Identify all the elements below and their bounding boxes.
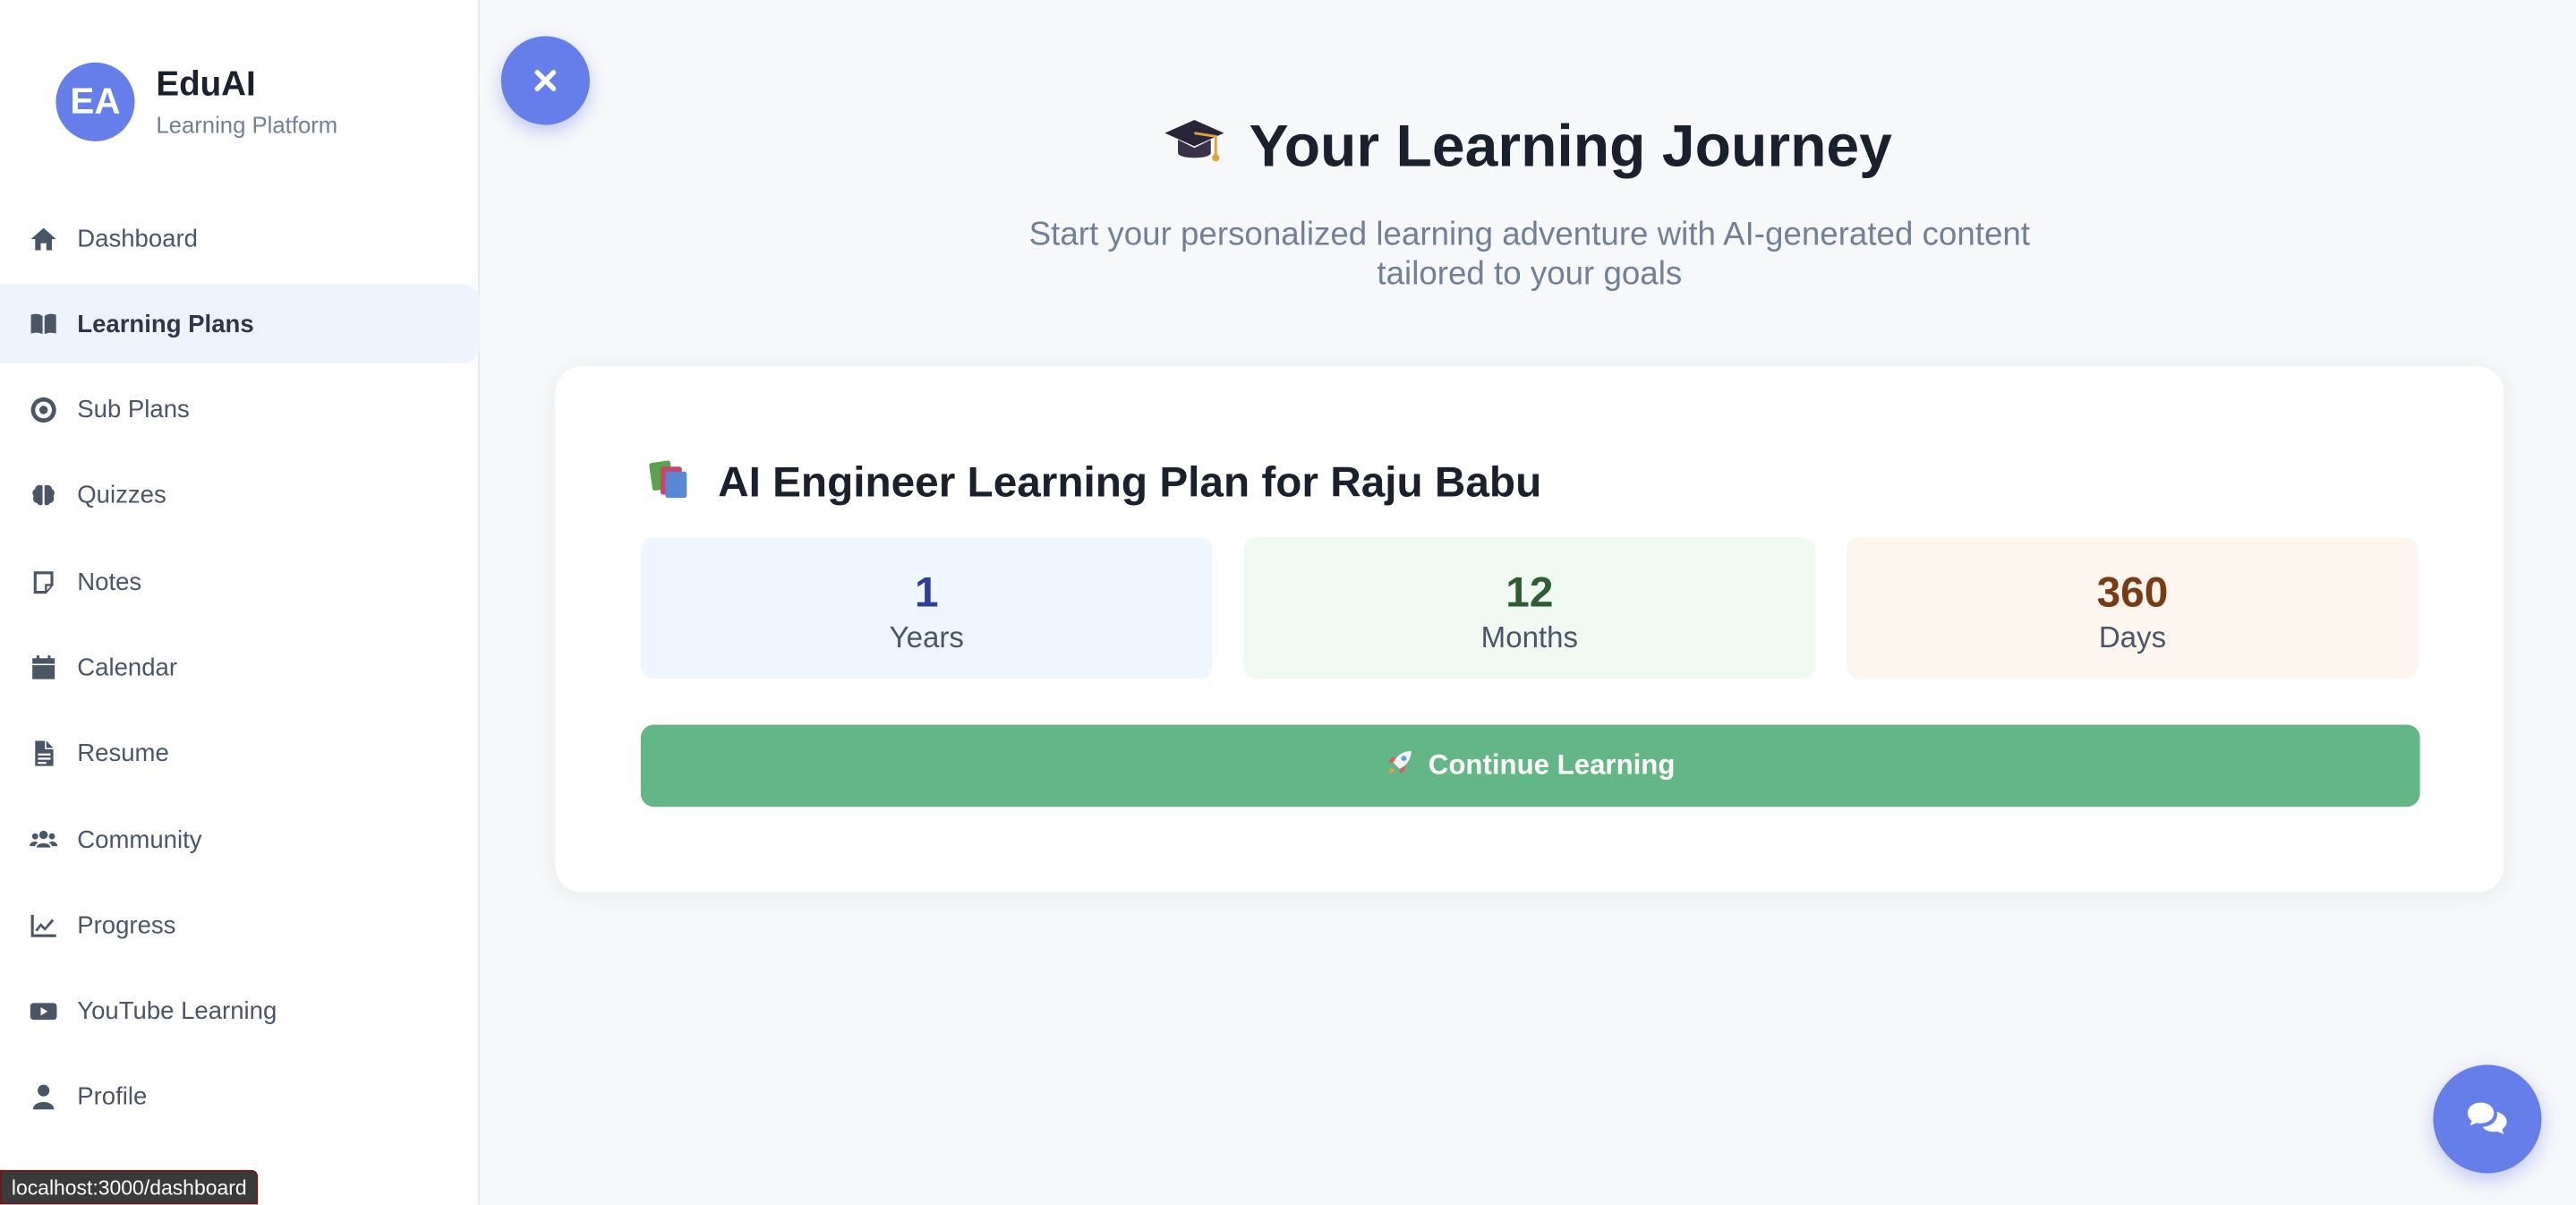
sidebar-item-label: Resume bbox=[77, 739, 169, 768]
sidebar-item-youtube-learning[interactable]: YouTube Learning bbox=[0, 972, 480, 1051]
stat-days-value: 360 bbox=[2096, 567, 2169, 617]
continue-learning-label: Continue Learning bbox=[1428, 748, 1676, 781]
sidebar-item-label: Notes bbox=[77, 568, 142, 596]
users-icon bbox=[28, 825, 57, 855]
book-open-icon bbox=[28, 310, 57, 339]
page-title-text: Your Learning Journey bbox=[1249, 111, 1892, 180]
sidebar-item-sub-plans[interactable]: Sub Plans bbox=[0, 371, 480, 449]
sidebar-item-learning-plans[interactable]: Learning Plans bbox=[0, 285, 480, 364]
brand-avatar: EA bbox=[55, 62, 135, 141]
graduation-cap-icon bbox=[1164, 114, 1226, 188]
sidebar-item-calendar[interactable]: Calendar bbox=[0, 628, 480, 707]
youtube-icon bbox=[28, 997, 57, 1027]
sidebar-item-dashboard[interactable]: Dashboard bbox=[0, 199, 480, 278]
stat-months-label: Months bbox=[1480, 620, 1579, 654]
sidebar-item-label: Sub Plans bbox=[77, 396, 190, 424]
sidebar-item-label: Community bbox=[77, 825, 202, 854]
stat-years-value: 1 bbox=[914, 567, 939, 617]
sidebar-item-progress[interactable]: Progress bbox=[0, 886, 480, 965]
stat-days: 360 Days bbox=[1847, 537, 2418, 679]
books-icon bbox=[645, 454, 691, 511]
stat-months-value: 12 bbox=[1506, 567, 1554, 617]
sidebar-nav: Dashboard Learning Plans Sub Plans Quizz… bbox=[0, 199, 480, 1144]
brand-name: EduAI bbox=[156, 65, 256, 104]
calendar-icon bbox=[28, 654, 57, 683]
stat-years: 1 Years bbox=[640, 537, 1213, 679]
sidebar-item-resume[interactable]: Resume bbox=[0, 714, 480, 793]
continue-learning-button[interactable]: Continue Learning bbox=[640, 724, 2420, 808]
rocket-icon bbox=[1386, 748, 1415, 783]
sidebar-item-label: Profile bbox=[77, 1083, 148, 1112]
brand-subtitle: Learning Platform bbox=[156, 111, 338, 139]
close-icon bbox=[534, 70, 557, 91]
chart-line-icon bbox=[28, 911, 57, 941]
sticky-note-icon bbox=[28, 568, 57, 597]
sidebar-item-label: Learning Plans bbox=[77, 310, 254, 338]
chat-bubbles-icon bbox=[2467, 1102, 2507, 1135]
brain-icon bbox=[28, 482, 57, 511]
plan-title-text: AI Engineer Learning Plan for Raju Babu bbox=[718, 457, 1542, 507]
stat-months: 12 Months bbox=[1243, 537, 1816, 679]
sidebar-item-notes[interactable]: Notes bbox=[0, 543, 480, 621]
sidebar-item-label: Calendar bbox=[77, 654, 178, 682]
learning-plan-card: AI Engineer Learning Plan for Raju Babu … bbox=[555, 366, 2504, 893]
file-icon bbox=[28, 739, 57, 769]
stat-years-label: Years bbox=[889, 620, 964, 654]
stat-days-label: Days bbox=[2098, 620, 2167, 654]
target-icon bbox=[28, 396, 57, 425]
sidebar: EA EduAI Learning Platform Dashboard Lea… bbox=[0, 0, 480, 1205]
plan-title: AI Engineer Learning Plan for Raju Babu bbox=[645, 454, 1541, 511]
sidebar-item-label: YouTube Learning bbox=[77, 997, 277, 1026]
chat-button[interactable] bbox=[2433, 1064, 2542, 1174]
sidebar-item-community[interactable]: Community bbox=[0, 800, 480, 879]
status-bar-url: localhost:3000/dashboard bbox=[0, 1169, 259, 1205]
sidebar-item-quizzes[interactable]: Quizzes bbox=[0, 457, 480, 535]
sidebar-item-profile[interactable]: Profile bbox=[0, 1058, 480, 1137]
sidebar-item-label: Dashboard bbox=[77, 224, 198, 252]
user-icon bbox=[28, 1083, 57, 1113]
page-subtitle: Start your personalized learning adventu… bbox=[1028, 217, 2031, 293]
brand[interactable]: EA EduAI Learning Platform bbox=[55, 62, 338, 141]
page-title: Your Learning Journey bbox=[480, 112, 2576, 187]
sidebar-item-label: Quizzes bbox=[77, 482, 166, 510]
home-icon bbox=[28, 224, 57, 253]
sidebar-item-label: Progress bbox=[77, 911, 176, 940]
